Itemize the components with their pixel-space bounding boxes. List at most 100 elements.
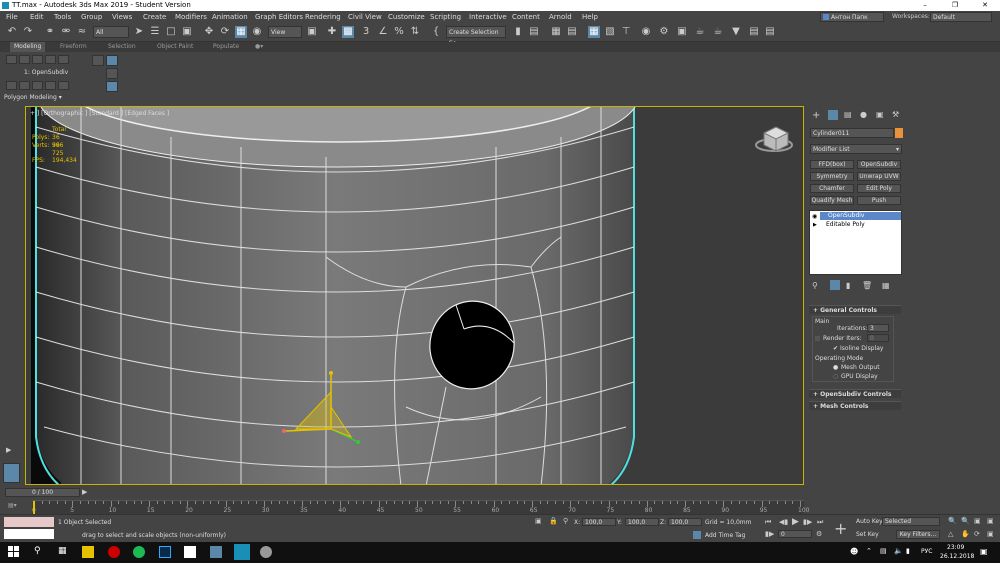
open-a360-gallery-icon[interactable]: ▤	[748, 26, 760, 38]
maximize-button[interactable]: ❐	[940, 0, 970, 11]
go-to-end-icon[interactable]: ⏭	[817, 518, 823, 527]
make-unique-icon[interactable]: ▮	[846, 281, 850, 290]
key-icon[interactable]: +	[834, 519, 847, 538]
symmetry-button[interactable]: Symmetry	[810, 172, 854, 181]
modify-tab-icon[interactable]	[828, 110, 838, 120]
auto-key-button[interactable]: Auto Key	[856, 518, 883, 525]
add-time-tag-icon[interactable]	[693, 531, 701, 539]
track-bar[interactable]: 0510152025303540455055606570758085909510…	[32, 500, 809, 515]
zoom-extents-icon[interactable]: ▣	[974, 517, 981, 525]
file-explorer-icon[interactable]	[82, 546, 94, 558]
time-configuration-icon[interactable]: ⚙	[816, 530, 822, 538]
unlink-icon[interactable]: ⚮	[60, 26, 72, 38]
object-name-field[interactable]: Cylinder011	[810, 128, 894, 138]
menu-arnold[interactable]: Arnold	[549, 11, 572, 23]
render-production-icon[interactable]: ☕	[694, 26, 706, 38]
go-to-start-icon[interactable]: ⏮	[765, 518, 771, 527]
x-coordinate-field[interactable]: 100,0	[582, 518, 616, 526]
workspace-dropdown[interactable]: Default	[930, 12, 992, 22]
reference-coordinate-dropdown[interactable]: View	[268, 26, 302, 38]
3ds-max-taskbar-icon[interactable]	[234, 544, 250, 560]
task-view-icon[interactable]: ▦	[58, 546, 70, 558]
photoshop-icon[interactable]	[159, 546, 171, 558]
key-filters-button[interactable]: Key Filters...	[896, 530, 940, 539]
tray-arrow-icon[interactable]: ⌃	[866, 547, 872, 555]
search-icon[interactable]: ⚲	[34, 546, 46, 558]
people-icon[interactable]: ☻	[850, 547, 858, 556]
quadify-mesh-button[interactable]: Quadify Mesh	[810, 196, 854, 205]
polygon-icon[interactable]	[45, 55, 56, 64]
schematic-view-icon[interactable]: ⊤	[620, 26, 632, 38]
utilities-tab-icon[interactable]: ⚒	[892, 110, 899, 119]
menu-tools[interactable]: Tools	[54, 11, 71, 23]
remote-desktop-icon[interactable]	[210, 546, 222, 558]
stack-item-opensubdiv[interactable]: OpenSubdiv	[820, 212, 901, 220]
clock-time[interactable]: 23:09	[947, 544, 964, 551]
render-iters-checkbox[interactable]	[815, 336, 820, 341]
mesh-output-radio[interactable]: ●	[833, 364, 838, 371]
named-selection-set-dropdown[interactable]: Create Selection Se	[446, 26, 506, 47]
stack-item-editable-poly[interactable]: Editable Poly	[818, 221, 906, 229]
menu-views[interactable]: Views	[112, 11, 132, 23]
menu-help[interactable]: Help	[582, 11, 598, 23]
edit-named-selection-icon[interactable]: {	[430, 26, 442, 38]
ribbon-side-button-2[interactable]	[106, 55, 118, 66]
maximize-viewport-icon[interactable]: ▣	[987, 530, 994, 538]
zoom-icon[interactable]: 🔍	[948, 517, 957, 525]
opensubdiv-controls-rollout[interactable]: + OpenSubdiv Controls	[809, 389, 901, 398]
menu-edit[interactable]: Edit	[30, 11, 44, 23]
menu-graph-editors[interactable]: Graph Editors	[255, 11, 303, 23]
hierarchy-tab-icon[interactable]: ▤	[844, 110, 852, 119]
maxscript-listener[interactable]	[4, 517, 54, 527]
field-of-view-icon[interactable]: △	[948, 530, 953, 538]
ribbon-side-button-1[interactable]	[92, 55, 104, 66]
user-account-dropdown[interactable]: Антон Папк	[820, 12, 884, 22]
create-tab-icon[interactable]: +	[812, 110, 820, 121]
remove-modifier-icon[interactable]	[45, 81, 56, 90]
zoom-all-icon[interactable]: 🔍	[961, 517, 970, 525]
menu-animation[interactable]: Animation	[212, 11, 248, 23]
maxscript-mini-field[interactable]	[4, 529, 54, 539]
key-mode-icon[interactable]: ▮▶	[765, 530, 774, 538]
rendered-frame-window-icon[interactable]: ▣	[676, 26, 688, 38]
track-bar-icon[interactable]: ▤▾	[8, 502, 17, 509]
mesh-controls-rollout[interactable]: + Mesh Controls	[809, 401, 901, 410]
isolate-selection-icon[interactable]: ▣	[535, 517, 542, 525]
ribbon-side-button-4[interactable]	[106, 81, 118, 92]
notifications-icon[interactable]: ▣	[980, 547, 988, 556]
orbit-icon[interactable]: ⟳	[974, 530, 980, 538]
battery-icon[interactable]: ▮	[906, 547, 910, 555]
ribbon-tab-selection[interactable]: Selection	[108, 42, 136, 52]
border-icon[interactable]	[32, 55, 43, 64]
eye-icon[interactable]: ◉	[812, 213, 817, 220]
spinner-snap-icon[interactable]: ⇅	[409, 26, 421, 38]
menu-customize[interactable]: Customize	[388, 11, 425, 23]
chamfer-button[interactable]: Chamfer	[810, 184, 854, 193]
render-iterative-icon[interactable]: ☕	[712, 26, 724, 38]
toggle-ribbon-icon[interactable]: ▦	[588, 26, 600, 38]
polygon-modeling-panel-label[interactable]: Polygon Modeling ▾	[4, 94, 94, 103]
undo-icon[interactable]: ↶	[6, 26, 18, 38]
pivot-center-icon[interactable]: ▣	[306, 26, 318, 38]
menu-modifiers[interactable]: Modifiers	[175, 11, 207, 23]
ribbon-tab-freeform[interactable]: Freeform	[60, 42, 87, 52]
modifier-list-dropdown[interactable]: Modifier List ▾	[810, 144, 902, 154]
select-by-name-icon[interactable]: ☰	[149, 26, 161, 38]
menu-file[interactable]: File	[6, 11, 18, 23]
angle-snap-icon[interactable]: ∠	[377, 26, 389, 38]
selected-dropdown[interactable]: Selected	[882, 517, 940, 526]
zoom-extents-all-icon[interactable]: ▣	[987, 517, 994, 525]
link-icon[interactable]: ⚭	[44, 26, 56, 38]
play-icon[interactable]: ▶	[792, 517, 799, 527]
selection-filter-dropdown[interactable]: All	[93, 26, 129, 38]
isoline-display-checkbox[interactable]: ✔	[833, 345, 838, 352]
current-frame-marker[interactable]	[33, 501, 35, 515]
configure-sets-icon[interactable]	[58, 81, 69, 90]
menu-civil-view[interactable]: Civil View	[348, 11, 382, 23]
percent-snap-icon[interactable]: %	[393, 26, 405, 38]
keyboard-shortcut-override-icon[interactable]: ▩	[342, 26, 354, 38]
show-end-result-icon[interactable]	[6, 81, 17, 90]
configure-modifier-sets-icon[interactable]: ▦	[882, 281, 890, 290]
misc-app-icon[interactable]	[260, 546, 272, 558]
ribbon-tab-populate[interactable]: Populate	[213, 42, 239, 52]
